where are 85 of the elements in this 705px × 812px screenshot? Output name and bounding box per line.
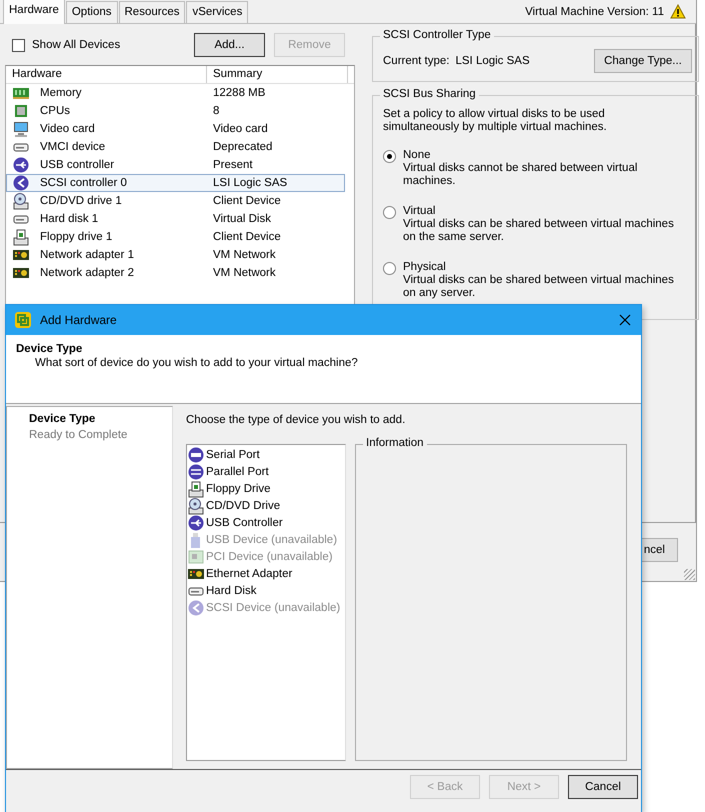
list-item[interactable]: Hard Disk bbox=[187, 582, 345, 599]
resize-grip-icon bbox=[684, 569, 695, 580]
tab[interactable]: Resources bbox=[118, 1, 186, 23]
table-cell: Hard disk 1 bbox=[40, 213, 98, 225]
description-text: Set a policy to allow virtual disks to be used simultaneously by multiple virtual machines. bbox=[383, 108, 608, 134]
table-cell: SCSI controller 0 bbox=[40, 177, 127, 189]
table-row[interactable]: CD/DVD drive 1 Client Device bbox=[6, 192, 345, 210]
table-cell: Deprecated bbox=[213, 141, 272, 153]
group-title: SCSI Bus Sharing bbox=[380, 88, 479, 100]
table-row[interactable]: VMCI device Deprecated bbox=[6, 138, 345, 156]
option-description: Virtual disks can be shared between virtual machines on any server. bbox=[403, 274, 675, 300]
radio-label[interactable]: None bbox=[403, 149, 688, 162]
list-item[interactable]: CD/DVD Drive bbox=[187, 497, 345, 514]
radio-button[interactable] bbox=[383, 150, 396, 163]
table-cell: Floppy drive 1 bbox=[40, 231, 112, 243]
floppy-drive-icon bbox=[12, 228, 30, 246]
table-row[interactable]: Hard disk 1 Virtual Disk bbox=[6, 210, 345, 228]
radio-button[interactable] bbox=[383, 262, 396, 275]
table-row[interactable]: Floppy drive 1 Client Device bbox=[6, 228, 345, 246]
tab[interactable]: vServices bbox=[186, 1, 248, 23]
button[interactable]: Cancel bbox=[568, 775, 638, 799]
table-cell: 12288 MB bbox=[213, 87, 266, 99]
table-row[interactable]: Network adapter 1 VM Network bbox=[6, 246, 345, 264]
chip-icon bbox=[12, 102, 30, 120]
table-cell: VM Network bbox=[213, 267, 276, 279]
button[interactable]: Add... bbox=[194, 33, 265, 57]
table-cell: Present bbox=[213, 159, 253, 171]
radio-button[interactable] bbox=[383, 206, 396, 219]
table-row[interactable]: Network adapter 2 VM Network bbox=[6, 264, 345, 282]
table-cell: 8 bbox=[213, 105, 220, 117]
list-item[interactable]: Parallel Port bbox=[187, 463, 345, 480]
card-icon bbox=[187, 548, 205, 566]
table-cell: CPUs bbox=[40, 105, 70, 117]
list-item[interactable]: Ethernet Adapter bbox=[187, 565, 345, 582]
column-header[interactable]: Hardware bbox=[6, 66, 207, 83]
table-cell: CD/DVD drive 1 bbox=[40, 195, 122, 207]
table-cell: Video card bbox=[40, 123, 95, 135]
radio-label[interactable]: Physical bbox=[403, 261, 688, 274]
disc-drive-icon bbox=[12, 192, 30, 210]
monitor-icon bbox=[12, 120, 30, 138]
version-label: Virtual Machine Version: 11 bbox=[525, 6, 664, 18]
arrow-disc-icon bbox=[12, 174, 30, 192]
field-value: LSI Logic SAS bbox=[455, 55, 530, 67]
group-title: SCSI Controller Type bbox=[380, 29, 494, 41]
close-icon[interactable] bbox=[619, 314, 631, 326]
tab[interactable]: Hardware bbox=[3, 0, 65, 24]
option-description: Virtual disks cannot be shared between virtual machines. bbox=[403, 162, 638, 188]
list-item[interactable]: Floppy Drive bbox=[187, 480, 345, 497]
table-cell: VMCI device bbox=[40, 141, 106, 153]
arrow-disc-icon bbox=[187, 598, 205, 616]
header-title: Device Type bbox=[16, 343, 84, 355]
table-cell: Network adapter 2 bbox=[40, 267, 134, 279]
table-cell: USB controller bbox=[40, 159, 114, 171]
table-row[interactable]: CPUs 8 bbox=[6, 102, 345, 120]
usb-icon bbox=[12, 156, 30, 174]
checkbox-label[interactable]: Show All Devices bbox=[32, 39, 120, 51]
list-item[interactable]: USB Controller bbox=[187, 514, 345, 531]
checkbox[interactable] bbox=[12, 38, 25, 52]
table-cell: Client Device bbox=[213, 195, 281, 207]
group-title: Information bbox=[363, 437, 427, 449]
table-row[interactable]: Memory 12288 MB bbox=[6, 84, 345, 102]
table-row[interactable]: Video card Video card bbox=[6, 120, 345, 138]
instruction-text: Choose the type of device you wish to add. bbox=[186, 414, 406, 426]
table-cell: Video card bbox=[213, 123, 268, 135]
table-cell: Virtual Disk bbox=[213, 213, 271, 225]
table-row[interactable]: USB controller Present bbox=[6, 156, 345, 174]
list-item[interactable]: Serial Port bbox=[187, 446, 345, 463]
table-cell: VM Network bbox=[213, 249, 276, 261]
table-cell: LSI Logic SAS bbox=[213, 177, 288, 189]
table-cell: Memory bbox=[40, 87, 82, 99]
step-item[interactable]: Device Type bbox=[7, 411, 172, 427]
tab[interactable]: Options bbox=[66, 1, 118, 23]
change-type-button[interactable]: Change Type... bbox=[594, 49, 692, 73]
window-title: Add Hardware bbox=[40, 313, 117, 327]
field-label: Current type: bbox=[383, 55, 450, 67]
table-cell: Network adapter 1 bbox=[40, 249, 134, 261]
step-item[interactable]: Ready to Complete bbox=[7, 427, 172, 443]
table-cell: Client Device bbox=[213, 231, 281, 243]
option-description: Virtual disks can be shared between virtual machines on the same server. bbox=[403, 218, 675, 244]
header-subtitle: What sort of device do you wish to add to your virtual machine? bbox=[35, 357, 359, 369]
column-header[interactable]: Summary bbox=[207, 66, 348, 83]
radio-label[interactable]: Virtual bbox=[403, 205, 688, 218]
cube-logo-icon bbox=[14, 311, 32, 329]
table-row[interactable]: SCSI controller 0 LSI Logic SAS bbox=[6, 174, 345, 192]
disc-drive-icon bbox=[187, 496, 205, 514]
